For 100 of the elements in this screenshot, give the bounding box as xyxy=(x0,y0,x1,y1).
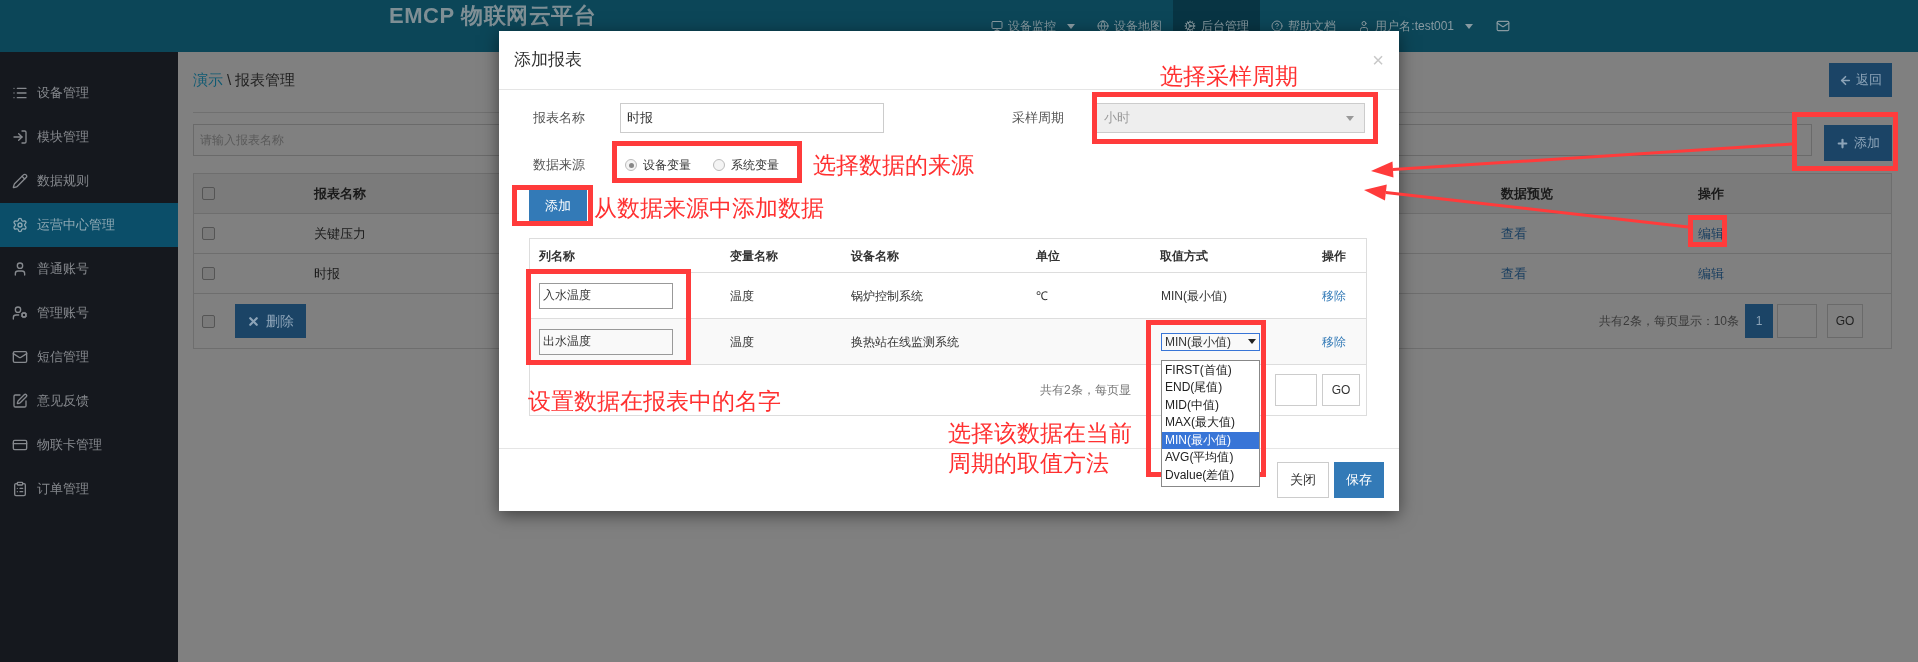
table-cell: MIN(最小值) xyxy=(1161,288,1227,303)
checkbox[interactable] xyxy=(202,314,215,328)
delete-button[interactable]: 删除 xyxy=(235,304,306,338)
add-data-button[interactable]: 添加 xyxy=(529,190,587,222)
list-icon xyxy=(12,85,28,101)
close-dialog-button[interactable]: 关闭 xyxy=(1277,462,1329,498)
table-cell-text: 换热站在线监测系统 xyxy=(850,333,960,351)
view-link[interactable]: 查看 xyxy=(1501,263,1698,284)
checkbox[interactable] xyxy=(202,187,215,200)
caret-icon xyxy=(1346,115,1354,121)
table-cell-text: 关键压力 xyxy=(314,224,367,243)
dropdown-option[interactable]: AVG(平均值) xyxy=(1162,449,1259,468)
highlight-frame xyxy=(1688,215,1727,247)
table-cell: ℃ xyxy=(1036,288,1048,303)
sidebar-item[interactable]: 模块管理 xyxy=(0,115,178,159)
go-button[interactable]: GO xyxy=(1322,374,1360,406)
annotation-text: 选择数据的来源 xyxy=(813,151,974,180)
sidebar-item[interactable]: 短信管理 xyxy=(0,335,178,379)
edit-icon xyxy=(12,393,28,409)
dropdown-option[interactable]: MID(中值) xyxy=(1162,396,1259,415)
breadcrumb-current: 报表管理 xyxy=(235,69,296,90)
dropdown-option[interactable]: MAX(最大值) xyxy=(1162,414,1259,432)
sidebar-item[interactable]: 数据规则 xyxy=(0,159,178,203)
sidebar-item[interactable]: 普通账号 xyxy=(0,247,178,291)
table-cell-text: 温度 xyxy=(729,333,755,351)
column-header: 报表名称 xyxy=(314,184,367,203)
column-header: 操作 xyxy=(1321,247,1347,265)
back-arrow-icon xyxy=(1839,73,1852,87)
column-name-field[interactable]: 入水温度 xyxy=(539,282,673,309)
clipboard-icon xyxy=(12,481,28,497)
report-name-field[interactable]: 时报 xyxy=(620,103,884,133)
nav-item[interactable]: 帮助文档 xyxy=(1260,0,1348,52)
mail-icon xyxy=(1496,19,1510,33)
go-button[interactable]: GO xyxy=(1827,304,1863,338)
remove-link[interactable]: 移除 xyxy=(1313,286,1368,305)
method-select[interactable]: MIN(最小值) xyxy=(1161,332,1260,351)
sidebar-item[interactable]: 运营中心管理 xyxy=(0,203,178,247)
sidebar-item[interactable]: 设备管理 xyxy=(0,71,178,115)
column-header: 变量名称 xyxy=(729,247,779,265)
column-name-field[interactable]: 出水温度 xyxy=(539,328,673,355)
edit-link[interactable]: 编辑 xyxy=(1698,223,1891,244)
dropdown-option[interactable]: Dvalue(差值) xyxy=(1162,467,1259,485)
help-icon xyxy=(1271,20,1284,32)
column-header: 取值方式 xyxy=(1159,247,1209,265)
column-header: 数据预览 xyxy=(1501,184,1554,203)
settings-icon xyxy=(12,217,28,233)
monitor-icon xyxy=(991,20,1004,32)
card-icon xyxy=(12,437,28,453)
radio-button[interactable] xyxy=(625,159,637,171)
nav-item[interactable]: 设备监控 xyxy=(980,0,1087,52)
breadcrumb-separator: \ xyxy=(227,69,232,90)
radio-option[interactable]: 系统变量 xyxy=(713,156,779,174)
x-icon xyxy=(247,314,260,328)
checkbox[interactable] xyxy=(202,227,215,240)
logo: EMCP 物联网云平台 xyxy=(389,3,597,28)
column-header: 单位 xyxy=(1035,247,1061,265)
view-link[interactable]: 查看 xyxy=(1501,223,1698,244)
caret-icon xyxy=(1248,339,1256,344)
mail-icon xyxy=(12,349,28,365)
table-cell-text: 锅炉控制系统 xyxy=(850,287,924,305)
radio-option[interactable]: 设备变量 xyxy=(625,156,691,174)
add-button[interactable]: 添加 xyxy=(1824,125,1892,161)
modal-title: 添加报表 xyxy=(514,49,582,72)
dropdown-option[interactable]: MIN(最小值) xyxy=(1162,431,1259,450)
annotation-text: 选择采样周期 xyxy=(1160,62,1298,91)
sidebar-item[interactable]: 管理账号 xyxy=(0,291,178,335)
field-label: 数据来源 xyxy=(533,156,586,175)
annotation-text: 选择该数据在当前 周期的取值方法 xyxy=(948,419,1132,478)
checkbox[interactable] xyxy=(202,267,215,280)
annotation-text: 设置数据在报表中的名字 xyxy=(528,387,781,416)
person-icon xyxy=(12,305,28,321)
globe-icon xyxy=(1097,20,1110,32)
plus-icon xyxy=(1836,136,1849,150)
dropdown-option[interactable]: END(尾值) xyxy=(1162,379,1259,397)
dropdown-option[interactable]: FIRST(首值) xyxy=(1162,361,1259,380)
table-cell-text: 温度 xyxy=(729,287,755,305)
radio-button[interactable] xyxy=(713,159,725,171)
pagination-summary: 共有2条，每页显 xyxy=(1040,382,1131,399)
field-label: 报表名称 xyxy=(533,109,586,128)
login-icon xyxy=(12,129,28,145)
column-header: 设备名称 xyxy=(849,247,900,265)
edit-link[interactable]: 编辑 xyxy=(1698,263,1891,284)
user-icon xyxy=(1358,20,1371,32)
gear-icon xyxy=(1184,20,1197,32)
nav-item[interactable]: 用户名:test001 xyxy=(1347,0,1484,52)
table-cell-text: 时报 xyxy=(314,264,341,283)
remove-link[interactable]: 移除 xyxy=(1313,332,1368,351)
save-button[interactable]: 保存 xyxy=(1334,462,1384,498)
pencil-icon xyxy=(12,173,28,189)
sidebar-item[interactable]: 意见反馈 xyxy=(0,379,178,423)
back-button[interactable]: 返回 xyxy=(1829,63,1892,97)
sidebar-item[interactable]: 订单管理 xyxy=(0,467,178,511)
page-button[interactable]: 1 xyxy=(1745,304,1773,338)
column-header: 列名称 xyxy=(538,247,576,265)
user-icon xyxy=(12,261,28,277)
annotation-text: 从数据来源中添加数据 xyxy=(594,194,824,223)
column-header: 操作 xyxy=(1698,184,1725,203)
nav-item[interactable]: 设备地图 xyxy=(1086,0,1174,52)
pagination-summary: 共有2条，每页显示：10条 xyxy=(1598,313,1739,330)
sidebar-item[interactable]: 物联卡管理 xyxy=(0,423,178,467)
